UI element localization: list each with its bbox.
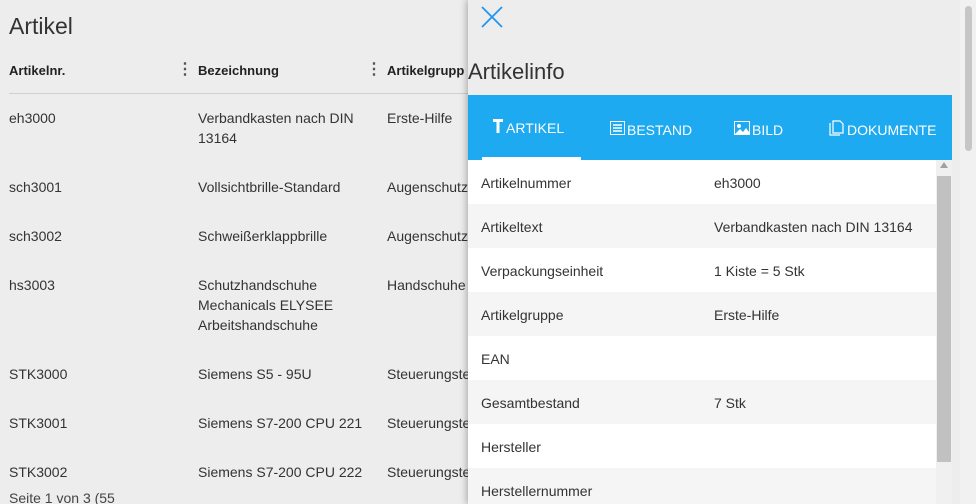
table-cell-artikelgruppe[interactable]: Steuerungste	[387, 364, 470, 384]
table-cell-bezeichnung[interactable]: Siemens S7-200 CPU 221	[198, 413, 362, 433]
tab-bar: ARTIKEL BESTAND BILD DOKUMENTE	[468, 95, 952, 160]
field-value: 1 Kiste = 5 Stk	[714, 263, 805, 279]
field-row: Artikeltext Verbandkasten nach DIN 13164	[468, 204, 936, 248]
field-value: eh3000	[714, 175, 761, 191]
field-label: Verpackungseinheit	[481, 263, 604, 279]
page-title: Artikel	[9, 13, 73, 39]
column-menu-icon[interactable]: ⋮	[177, 62, 193, 78]
field-row: Hersteller	[468, 424, 936, 468]
tab-bild[interactable]: BILD	[734, 97, 783, 162]
field-row: Gesamtbestand 7 Stk	[468, 380, 936, 424]
field-value: Verbandkasten nach DIN 13164	[714, 219, 913, 235]
table-cell-artikelnr[interactable]: sch3001	[9, 177, 62, 197]
table-cell-artikelgruppe[interactable]: Handschuhe	[387, 275, 466, 295]
header-divider	[9, 93, 479, 94]
panel-scrollbar[interactable]	[960, 0, 976, 504]
field-label: Gesamtbestand	[481, 395, 580, 411]
tab-dokumente[interactable]: DOKUMENTE	[829, 97, 936, 162]
field-row: Verpackungseinheit 1 Kiste = 5 Stk	[468, 248, 936, 292]
field-label: Artikeltext	[481, 219, 543, 235]
field-value: Erste-Hilfe	[714, 307, 780, 323]
fields-scrollbar-thumb[interactable]	[937, 176, 951, 462]
table-cell-artikelgruppe[interactable]: Steuerungste	[387, 462, 470, 482]
close-icon[interactable]	[480, 5, 504, 29]
wrench-icon	[492, 118, 506, 137]
panel-title: Artikelinfo	[468, 59, 565, 84]
panel-scrollbar-thumb[interactable]	[965, 6, 972, 151]
scroll-up-icon[interactable]	[940, 162, 948, 168]
tab-label: BESTAND	[627, 121, 693, 138]
fields-scrollbar[interactable]	[936, 160, 952, 504]
field-row: EAN	[468, 336, 936, 380]
table-cell-artikelgruppe[interactable]: Erste-Hilfe	[387, 108, 452, 128]
column-header-bezeichnung[interactable]: Bezeichnung	[198, 63, 279, 78]
table-cell-artikelnr[interactable]: STK3001	[9, 413, 67, 433]
table-cell-artikelnr[interactable]: STK3000	[9, 364, 67, 384]
article-fields: Artikelnummer eh3000 Artikeltext Verband…	[468, 160, 936, 504]
table-cell-artikelnr[interactable]: STK3002	[9, 462, 67, 482]
column-header-artikelnr[interactable]: Artikelnr.	[9, 63, 65, 78]
list-icon	[610, 121, 627, 138]
column-menu-icon[interactable]: ⋮	[366, 62, 382, 78]
tab-artikel[interactable]: ARTIKEL	[492, 95, 565, 160]
image-icon	[734, 121, 752, 138]
table-cell-bezeichnung[interactable]: Siemens S5 - 95U	[198, 364, 312, 384]
table-cell-bezeichnung[interactable]: Siemens S7-200 CPU 222	[198, 462, 362, 482]
table-cell-artikelnr[interactable]: sch3002	[9, 226, 62, 246]
field-label: Artikelgruppe	[481, 307, 564, 323]
table-cell-bezeichnung[interactable]: Vollsichtbrille-Standard	[198, 177, 340, 197]
tab-bestand[interactable]: BESTAND	[610, 97, 692, 162]
table-cell-artikelnr[interactable]: eh3000	[9, 108, 56, 128]
table-cell-artikelgruppe[interactable]: Augenschutz	[387, 226, 468, 246]
tab-label: BILD	[752, 121, 784, 138]
field-label: EAN	[481, 351, 510, 367]
tab-label: DOKUMENTE	[847, 121, 937, 138]
field-value: 7 Stk	[714, 395, 746, 411]
table-cell-artikelgruppe[interactable]: Steuerungste	[387, 413, 470, 433]
field-row: Herstellernummer	[468, 468, 936, 504]
table-cell-bezeichnung[interactable]: Verbandkasten nach DIN 13164	[198, 108, 368, 148]
field-label: Artikelnummer	[481, 175, 572, 191]
pagination-info: Seite 1 von 3 (55	[9, 490, 115, 504]
table-cell-bezeichnung[interactable]: Schutzhandschuhe Mechanicals ELYSEE Arbe…	[198, 275, 348, 335]
tab-label: ARTIKEL	[506, 119, 565, 136]
table-cell-bezeichnung[interactable]: Schweißerklappbrille	[198, 226, 327, 246]
documents-icon	[829, 120, 847, 139]
field-row: Artikelgruppe Erste-Hilfe	[468, 292, 936, 336]
field-label: Herstellernummer	[481, 483, 593, 499]
table-cell-artikelnr[interactable]: hs3003	[9, 275, 55, 295]
field-label: Hersteller	[481, 439, 541, 455]
column-header-artikelgruppe[interactable]: Artikelgrupp	[387, 63, 464, 78]
article-info-panel: Artikelinfo ARTIKEL BESTAND BILD DOKUMEN…	[468, 0, 976, 504]
field-row: Artikelnummer eh3000	[468, 160, 936, 204]
table-cell-artikelgruppe[interactable]: Augenschutz	[387, 177, 468, 197]
